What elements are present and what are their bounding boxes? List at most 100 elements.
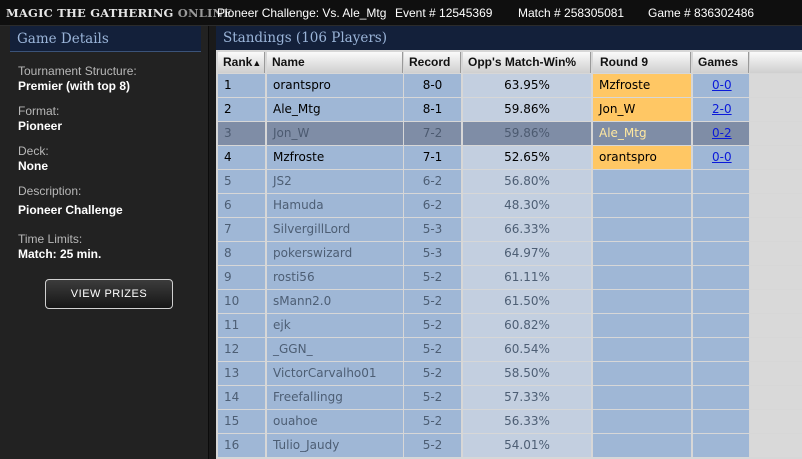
games-cell [693, 194, 749, 217]
record-header-label: Record [409, 55, 451, 69]
rank-cell: 6 [218, 194, 265, 217]
round-opponent-cell [593, 218, 691, 241]
row-filler [750, 194, 802, 217]
standings-title: Standings (106 Players) [223, 30, 387, 46]
opp-match-win-cell: 56.33% [463, 410, 591, 433]
standings-row[interactable]: 1 orantspro 8-0 63.95% Mzfroste 0-0 [216, 74, 802, 97]
standings-row[interactable]: 15 ouahoe 5-2 56.33% [216, 410, 802, 433]
standings-row[interactable]: 11 ejk 5-2 60.82% [216, 314, 802, 337]
record-cell: 7-2 [404, 122, 461, 145]
standings-row[interactable]: 8 pokerswizard 5-3 64.97% [216, 242, 802, 265]
row-filler [750, 266, 802, 289]
event-title: Pioneer Challenge: Vs. Ale_Mtg [217, 6, 387, 20]
round-opponent-cell: orantspro [593, 146, 691, 169]
games-score-link[interactable]: 0-0 [712, 150, 732, 164]
record-cell: 5-2 [404, 290, 461, 313]
games-score-link[interactable]: 2-0 [712, 102, 732, 116]
record-cell: 5-2 [404, 314, 461, 337]
round-opponent-cell [593, 338, 691, 361]
rank-cell: 8 [218, 242, 265, 265]
column-header-record[interactable]: Record [404, 52, 461, 73]
player-name-cell: Ale_Mtg [267, 98, 403, 121]
player-name-cell: Jon_W [267, 122, 403, 145]
rank-cell: 2 [218, 98, 265, 121]
standings-row[interactable]: 16 Tulio_Jaudy 5-2 54.01% [216, 434, 802, 457]
games-cell [693, 434, 749, 457]
player-name-cell: Hamuda [267, 194, 403, 217]
player-name-cell: JS2 [267, 170, 403, 193]
rank-cell: 13 [218, 362, 265, 385]
time-limits-value: Match: 25 min. [18, 247, 102, 261]
column-header-rank[interactable]: Rank▲ [218, 52, 265, 73]
deck-label: Deck: [18, 144, 49, 158]
standings-row[interactable]: 7 SilvergillLord 5-3 66.33% [216, 218, 802, 241]
row-filler [750, 338, 802, 361]
round-opponent-cell [593, 386, 691, 409]
opp-match-win-cell: 61.11% [463, 266, 591, 289]
description-value: Pioneer Challenge [18, 203, 123, 217]
row-filler [750, 146, 802, 169]
player-name-cell: Mzfroste [267, 146, 403, 169]
games-cell [693, 290, 749, 313]
opp-match-win-cell: 52.65% [463, 146, 591, 169]
title-bar: MAGIC THE GATHERING ONLINE Pioneer Chall… [0, 0, 802, 26]
round-opponent-cell [593, 362, 691, 385]
rank-cell: 4 [218, 146, 265, 169]
row-filler [750, 410, 802, 433]
sort-ascending-icon: ▲ [252, 58, 262, 68]
rank-cell: 10 [218, 290, 265, 313]
game-details-panel: Game Details Tournament Structure: Premi… [0, 26, 209, 459]
rank-header-label: Rank [223, 55, 253, 69]
match-number: Match # 258305081 [518, 6, 625, 20]
game-details-title: Game Details [17, 31, 109, 47]
games-cell [693, 314, 749, 337]
standings-row[interactable]: 6 Hamuda 6-2 48.30% [216, 194, 802, 217]
games-cell: 0-0 [693, 74, 749, 97]
player-name-cell: Tulio_Jaudy [267, 434, 403, 457]
column-header-name[interactable]: Name [267, 52, 403, 73]
standings-row[interactable]: 14 Freefallingg 5-2 57.33% [216, 386, 802, 409]
player-name-cell: ejk [267, 314, 403, 337]
description-label: Description: [18, 184, 82, 198]
standings-row[interactable]: 13 VictorCarvalho01 5-2 58.50% [216, 362, 802, 385]
standings-header: Standings (106 Players) [216, 26, 802, 50]
view-prizes-button[interactable]: VIEW PRIZES [45, 279, 173, 309]
round-opponent-cell [593, 410, 691, 433]
rank-cell: 1 [218, 74, 265, 97]
row-filler [750, 362, 802, 385]
time-limits-label: Time Limits: [18, 232, 83, 246]
row-filler [750, 98, 802, 121]
standings-row[interactable]: 4 Mzfroste 7-1 52.65% orantspro 0-0 [216, 146, 802, 169]
row-filler [750, 218, 802, 241]
opp-match-win-cell: 63.95% [463, 74, 591, 97]
structure-value: Premier (with top 8) [18, 79, 131, 93]
games-score-link[interactable]: 0-2 [712, 126, 732, 140]
game-details-header: Game Details [10, 26, 201, 52]
standings-row[interactable]: 2 Ale_Mtg 8-1 59.86% Jon_W 2-0 [216, 98, 802, 121]
rank-cell: 16 [218, 434, 265, 457]
record-cell: 7-1 [404, 146, 461, 169]
round-opponent-cell [593, 266, 691, 289]
column-header-opp-match-win[interactable]: Opp's Match-Win% [463, 52, 591, 73]
player-name-cell: rosti56 [267, 266, 403, 289]
format-label: Format: [18, 104, 60, 118]
opp-match-win-cell: 59.86% [463, 98, 591, 121]
app-logo: MAGIC THE GATHERING ONLINE [6, 6, 232, 20]
standings-row[interactable]: 12 _GGN_ 5-2 60.54% [216, 338, 802, 361]
round-opponent-cell [593, 290, 691, 313]
opp-match-win-cell: 59.86% [463, 122, 591, 145]
record-cell: 5-2 [404, 434, 461, 457]
games-cell [693, 338, 749, 361]
name-header-label: Name [272, 55, 305, 69]
standings-row[interactable]: 10 sMann2.0 5-2 61.50% [216, 290, 802, 313]
standings-row[interactable]: 9 rosti56 5-2 61.11% [216, 266, 802, 289]
standings-row[interactable]: 5 JS2 6-2 56.80% [216, 170, 802, 193]
games-score-link[interactable]: 0-0 [712, 78, 732, 92]
row-filler [750, 122, 802, 145]
round-opponent-cell [593, 434, 691, 457]
record-cell: 8-0 [404, 74, 461, 97]
rank-cell: 7 [218, 218, 265, 241]
record-cell: 5-2 [404, 338, 461, 361]
row-filler [750, 434, 802, 457]
standings-row[interactable]: 3 Jon_W 7-2 59.86% Ale_Mtg 0-2 [216, 122, 802, 145]
